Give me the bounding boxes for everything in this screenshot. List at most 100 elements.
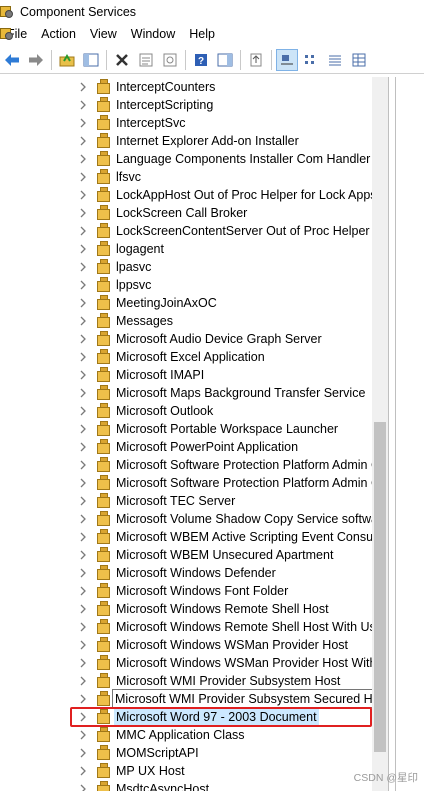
tree-item[interactable]: MOMScriptAPI (0, 744, 372, 762)
help-icon[interactable]: ? (190, 49, 212, 71)
chevron-right-icon[interactable] (77, 153, 89, 165)
tree-item[interactable]: Microsoft IMAPI (0, 366, 372, 384)
tree-item[interactable]: Microsoft Excel Application (0, 348, 372, 366)
tree-item[interactable]: MMC Application Class (0, 726, 372, 744)
chevron-right-icon[interactable] (77, 513, 89, 525)
tree-item[interactable]: Microsoft Portable Workspace Launcher (0, 420, 372, 438)
tree-item[interactable]: Messages (0, 312, 372, 330)
chevron-right-icon[interactable] (77, 585, 89, 597)
export-icon[interactable] (245, 49, 267, 71)
tree-item[interactable]: Microsoft Audio Device Graph Server (0, 330, 372, 348)
chevron-right-icon[interactable] (77, 657, 89, 669)
chevron-right-icon[interactable] (77, 387, 89, 399)
chevron-right-icon[interactable] (77, 567, 89, 579)
list-view-icon[interactable] (324, 49, 346, 71)
tree-item[interactable]: MP UX Host (0, 762, 372, 780)
tree-vertical-scrollbar[interactable] (372, 77, 388, 791)
tree-item[interactable]: logagent (0, 240, 372, 258)
delete-icon[interactable] (111, 49, 133, 71)
tree-item[interactable]: InterceptSvc (0, 114, 372, 132)
chevron-right-icon[interactable] (77, 207, 89, 219)
tree-item[interactable]: LockScreen Call Broker (0, 204, 372, 222)
chevron-right-icon[interactable] (77, 639, 89, 651)
menu-view[interactable]: View (83, 24, 124, 44)
menu-help[interactable]: Help (182, 24, 222, 44)
back-arrow-icon[interactable] (1, 49, 23, 71)
chevron-right-icon[interactable] (77, 225, 89, 237)
chevron-right-icon[interactable] (77, 675, 89, 687)
tree-item[interactable]: Microsoft Windows Remote Shell Host (0, 600, 372, 618)
chevron-right-icon[interactable] (77, 117, 89, 129)
tree-item[interactable]: lppsvc (0, 276, 372, 294)
chevron-right-icon[interactable] (77, 81, 89, 93)
tree-item[interactable]: MeetingJoinAxOC (0, 294, 372, 312)
tree-item[interactable]: lpasvc (0, 258, 372, 276)
chevron-right-icon[interactable] (77, 369, 89, 381)
chevron-right-icon[interactable] (77, 783, 89, 791)
tree-item[interactable]: Microsoft Software Protection Platform A… (0, 474, 372, 492)
tree-item[interactable]: Microsoft TEC Server (0, 492, 372, 510)
chevron-right-icon[interactable] (77, 603, 89, 615)
tree-item[interactable]: Microsoft WMI Provider Subsystem Secured… (0, 689, 372, 708)
tree-item[interactable]: LockAppHost Out of Proc Helper for Lock … (0, 186, 372, 204)
chevron-right-icon[interactable] (77, 297, 89, 309)
component-tree[interactable]: InterceptCounters InterceptScripting Inter… (0, 77, 372, 791)
forward-arrow-icon[interactable] (25, 49, 47, 71)
tree-item[interactable]: Language Components Installer Com Handle… (0, 150, 372, 168)
chevron-right-icon[interactable] (77, 135, 89, 147)
tree-item[interactable]: Microsoft WBEM Unsecured Apartment (0, 546, 372, 564)
chevron-right-icon[interactable] (77, 621, 89, 633)
show-action-pane-icon[interactable] (214, 49, 236, 71)
chevron-right-icon[interactable] (77, 729, 89, 741)
chevron-right-icon[interactable] (77, 189, 89, 201)
chevron-right-icon[interactable] (77, 765, 89, 777)
scrollbar-thumb[interactable] (374, 422, 386, 752)
chevron-right-icon[interactable] (77, 423, 89, 435)
chevron-right-icon[interactable] (77, 405, 89, 417)
tree-item[interactable]: Microsoft Windows Font Folder (0, 582, 372, 600)
chevron-right-icon[interactable] (77, 477, 89, 489)
detail-view-icon[interactable] (348, 49, 370, 71)
refresh-icon[interactable] (159, 49, 181, 71)
tree-item[interactable]: Microsoft Windows Defender (0, 564, 372, 582)
chevron-right-icon[interactable] (77, 99, 89, 111)
tree-item[interactable]: Microsoft Software Protection Platform A… (0, 456, 372, 474)
tree-item[interactable]: Microsoft WBEM Active Scripting Event Co… (0, 528, 372, 546)
chevron-right-icon[interactable] (77, 495, 89, 507)
tree-item[interactable]: lfsvc (0, 168, 372, 186)
chevron-right-icon[interactable] (77, 693, 89, 705)
tree-item[interactable]: Microsoft Outlook (0, 402, 372, 420)
chevron-right-icon[interactable] (77, 441, 89, 453)
chevron-right-icon[interactable] (77, 459, 89, 471)
menu-action[interactable]: Action (34, 24, 83, 44)
tree-item[interactable]: Microsoft PowerPoint Application (0, 438, 372, 456)
tree-item[interactable]: InterceptCounters (0, 78, 372, 96)
chevron-right-icon[interactable] (77, 171, 89, 183)
tree-item[interactable]: InterceptScripting (0, 96, 372, 114)
properties-icon[interactable] (135, 49, 157, 71)
tree-item[interactable]: Microsoft Maps Background Transfer Servi… (0, 384, 372, 402)
show-hide-tree-icon[interactable] (80, 49, 102, 71)
menu-window[interactable]: Window (124, 24, 182, 44)
chevron-right-icon[interactable] (77, 333, 89, 345)
tree-item[interactable]: Microsoft Windows WSMan Provider Host Wi… (0, 654, 372, 672)
chevron-right-icon[interactable] (77, 351, 89, 363)
small-icons-view-icon[interactable] (300, 49, 322, 71)
tree-item[interactable]: Internet Explorer Add-on Installer (0, 132, 372, 150)
tree-item[interactable]: MsdtcAsyncHost (0, 780, 372, 791)
tree-item[interactable]: Microsoft Windows WSMan Provider Host (0, 636, 372, 654)
chevron-right-icon[interactable] (77, 315, 89, 327)
chevron-right-icon[interactable] (77, 549, 89, 561)
system-menu-icon[interactable] (0, 27, 14, 41)
chevron-right-icon[interactable] (77, 531, 89, 543)
chevron-right-icon[interactable] (77, 279, 89, 291)
tree-item[interactable]: LockScreenContentServer Out of Proc Help… (0, 222, 372, 240)
chevron-right-icon[interactable] (77, 747, 89, 759)
large-icons-view-icon[interactable] (276, 48, 298, 71)
chevron-right-icon[interactable] (77, 243, 89, 255)
up-folder-icon[interactable] (56, 49, 78, 71)
tree-item[interactable]: Microsoft Windows Remote Shell Host With… (0, 618, 372, 636)
tree-item[interactable]: Microsoft Volume Shadow Copy Service sof… (0, 510, 372, 528)
chevron-right-icon[interactable] (77, 261, 89, 273)
tree-item[interactable]: Microsoft WMI Provider Subsystem Host (0, 672, 372, 690)
